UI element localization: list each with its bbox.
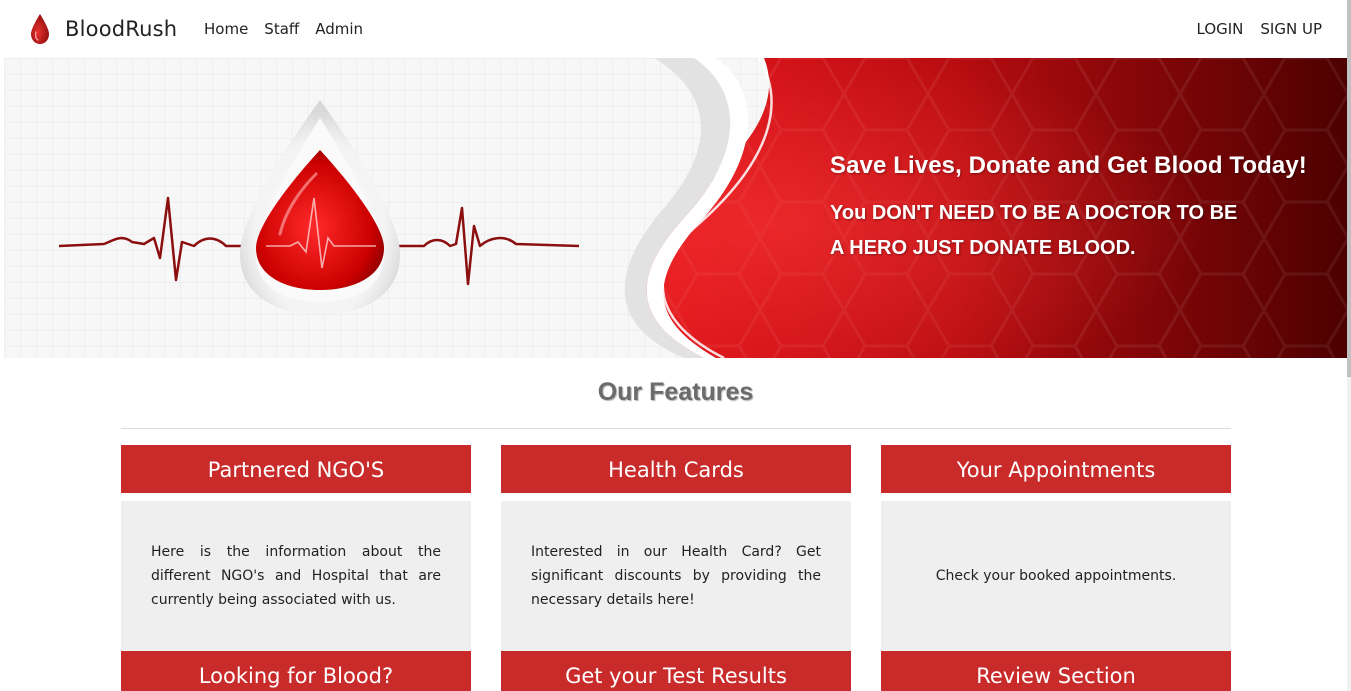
auth-nav: LOGIN SIGN UP xyxy=(1180,19,1323,39)
features-title: Our Features xyxy=(597,378,754,406)
card-title-review-section[interactable]: Review Section xyxy=(881,651,1231,691)
card-title-health-cards[interactable]: Health Cards xyxy=(501,445,851,493)
nav-home-link[interactable]: Home xyxy=(204,19,248,39)
card-title-looking-for-blood[interactable]: Looking for Blood? xyxy=(121,651,471,691)
signup-link[interactable]: SIGN UP xyxy=(1260,19,1322,39)
card-description: Check your booked appointments. xyxy=(935,568,1177,584)
hero-headline: Save Lives, Donate and Get Blood Today! xyxy=(830,152,1307,179)
card-body-health-cards: Interested in our Health Card? Get signi… xyxy=(501,501,851,651)
page: BloodRush Home Staff Admin LOGIN SIGN UP xyxy=(0,0,1351,691)
features-divider xyxy=(121,428,1231,429)
card-description: Interested in our Health Card? Get signi… xyxy=(531,544,821,608)
brand-link[interactable]: BloodRush xyxy=(30,13,177,45)
page-scrollbar[interactable] xyxy=(1347,0,1351,691)
card-title-partnered-ngos[interactable]: Partnered NGO'S xyxy=(121,445,471,493)
card-body-partnered-ngos: Here is the information about the differ… xyxy=(121,501,471,651)
nav-admin-link[interactable]: Admin xyxy=(315,19,363,39)
hero-text-block: Save Lives, Donate and Get Blood Today! … xyxy=(830,152,1307,266)
nav-staff-link[interactable]: Staff xyxy=(264,19,299,39)
card-body-your-appointments: Check your booked appointments. xyxy=(881,501,1231,651)
primary-nav: Home Staff Admin xyxy=(204,19,379,39)
hero-banner: Save Lives, Donate and Get Blood Today! … xyxy=(4,58,1347,358)
blood-drop-icon xyxy=(31,14,49,44)
scrollbar-thumb[interactable] xyxy=(1347,0,1351,377)
hero-subline-2: A HERO JUST DONATE BLOOD. xyxy=(830,237,1136,259)
hero-subline-1: You DON'T NEED TO BE A DOCTOR TO BE xyxy=(830,202,1238,224)
card-title-test-results[interactable]: Get your Test Results xyxy=(501,651,851,691)
brand-name: BloodRush xyxy=(65,17,178,41)
login-link[interactable]: LOGIN xyxy=(1197,19,1244,39)
navbar: BloodRush Home Staff Admin LOGIN SIGN UP xyxy=(0,0,1347,58)
card-description: Here is the information about the differ… xyxy=(151,544,441,608)
card-title-your-appointments[interactable]: Your Appointments xyxy=(881,445,1231,493)
